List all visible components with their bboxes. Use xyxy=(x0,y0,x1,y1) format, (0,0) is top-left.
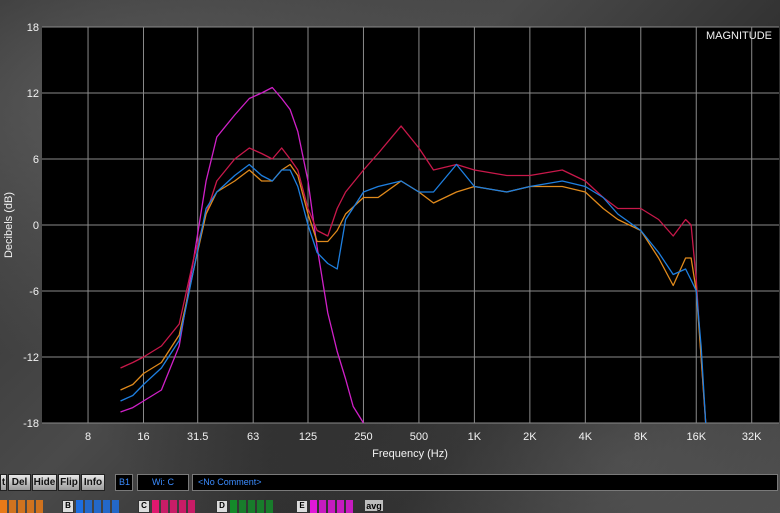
trace-swatch[interactable] xyxy=(248,500,255,513)
trace-swatch[interactable] xyxy=(27,500,34,513)
info-button[interactable]: Info xyxy=(81,474,105,491)
group-label-d[interactable]: D xyxy=(216,500,228,513)
x-axis-label: Frequency (Hz) xyxy=(372,448,448,460)
toolbar: t Del Hide Flip Info B1 Wi: C <No Commen… xyxy=(0,474,780,492)
x-tick-label: 1K xyxy=(468,431,482,443)
x-tick-label: 8 xyxy=(85,431,91,443)
trace-swatch[interactable] xyxy=(346,500,353,513)
trace-swatch[interactable] xyxy=(85,500,92,513)
trace-swatch[interactable] xyxy=(257,500,264,513)
trace-swatch[interactable] xyxy=(0,500,7,513)
hide-button[interactable]: Hide xyxy=(32,474,57,491)
x-tick-label: 31.5 xyxy=(187,431,208,443)
x-tick-label: 63 xyxy=(247,431,259,443)
trace-swatch[interactable] xyxy=(179,500,186,513)
flip-button[interactable]: Flip xyxy=(58,474,80,491)
delete-button[interactable]: Del xyxy=(8,474,31,491)
trace-swatch[interactable] xyxy=(266,500,273,513)
window-field[interactable]: Wi: C xyxy=(137,474,189,491)
y-tick-label: 0 xyxy=(33,220,39,232)
trace-swatch[interactable] xyxy=(76,500,83,513)
y-tick-label: 6 xyxy=(33,154,39,166)
chart-title: MAGNITUDE xyxy=(706,30,772,42)
y-tick-labels: 18 12 6 0 -6 -12 -18 xyxy=(23,22,39,430)
x-tick-label: 2K xyxy=(523,431,537,443)
trace-swatch[interactable] xyxy=(328,500,335,513)
y-tick-label: -12 xyxy=(23,352,39,364)
trace-swatch[interactable] xyxy=(319,500,326,513)
y-tick-label: 18 xyxy=(27,22,39,34)
trace-swatch[interactable] xyxy=(310,500,317,513)
trace-swatch[interactable] xyxy=(36,500,43,513)
x-tick-label: 250 xyxy=(354,431,372,443)
y-tick-label: -18 xyxy=(23,418,39,430)
trace-swatch[interactable] xyxy=(152,500,159,513)
trace-swatch[interactable] xyxy=(94,500,101,513)
x-tick-label: 125 xyxy=(299,431,317,443)
comment-field[interactable]: <No Comment> xyxy=(192,474,778,491)
trace-swatch[interactable] xyxy=(18,500,25,513)
trace-swatch[interactable] xyxy=(230,500,237,513)
x-tick-label: 16K xyxy=(686,431,706,443)
trace-swatch[interactable] xyxy=(103,500,110,513)
x-tick-label: 32K xyxy=(742,431,762,443)
y-tick-label: 12 xyxy=(27,88,39,100)
group-label-c[interactable]: C xyxy=(138,500,150,513)
x-tick-labels: 8 16 31.5 63 125 250 500 1K 2K 4K 8K 16K 32K xyxy=(85,431,762,443)
trace-swatch-bar: B C D Eavg xyxy=(0,498,780,513)
group-label-b[interactable]: B xyxy=(62,500,74,513)
trace-swatch[interactable] xyxy=(9,500,16,513)
toolbar-button-t[interactable]: t xyxy=(0,474,7,491)
x-tick-label: 16 xyxy=(137,431,149,443)
x-tick-label: 4K xyxy=(579,431,593,443)
trace-swatch[interactable] xyxy=(112,500,119,513)
y-axis-label: Decibels (dB) xyxy=(3,192,15,258)
y-tick-label: -6 xyxy=(29,286,39,298)
avg-button[interactable]: avg xyxy=(364,499,384,512)
x-tick-label: 500 xyxy=(410,431,428,443)
trace-swatch[interactable] xyxy=(170,500,177,513)
group-label-e[interactable]: E xyxy=(296,500,308,513)
trace-swatch[interactable] xyxy=(161,500,168,513)
x-tick-label: 8K xyxy=(634,431,648,443)
trace-swatch[interactable] xyxy=(337,500,344,513)
bank-field[interactable]: B1 xyxy=(115,474,133,491)
trace-swatch[interactable] xyxy=(239,500,246,513)
magnitude-chart: 181260-6-12-18 8 16 31.5 63 125 250 500 1K 2K 4K 8… xyxy=(3,22,779,460)
trace-swatch[interactable] xyxy=(188,500,195,513)
